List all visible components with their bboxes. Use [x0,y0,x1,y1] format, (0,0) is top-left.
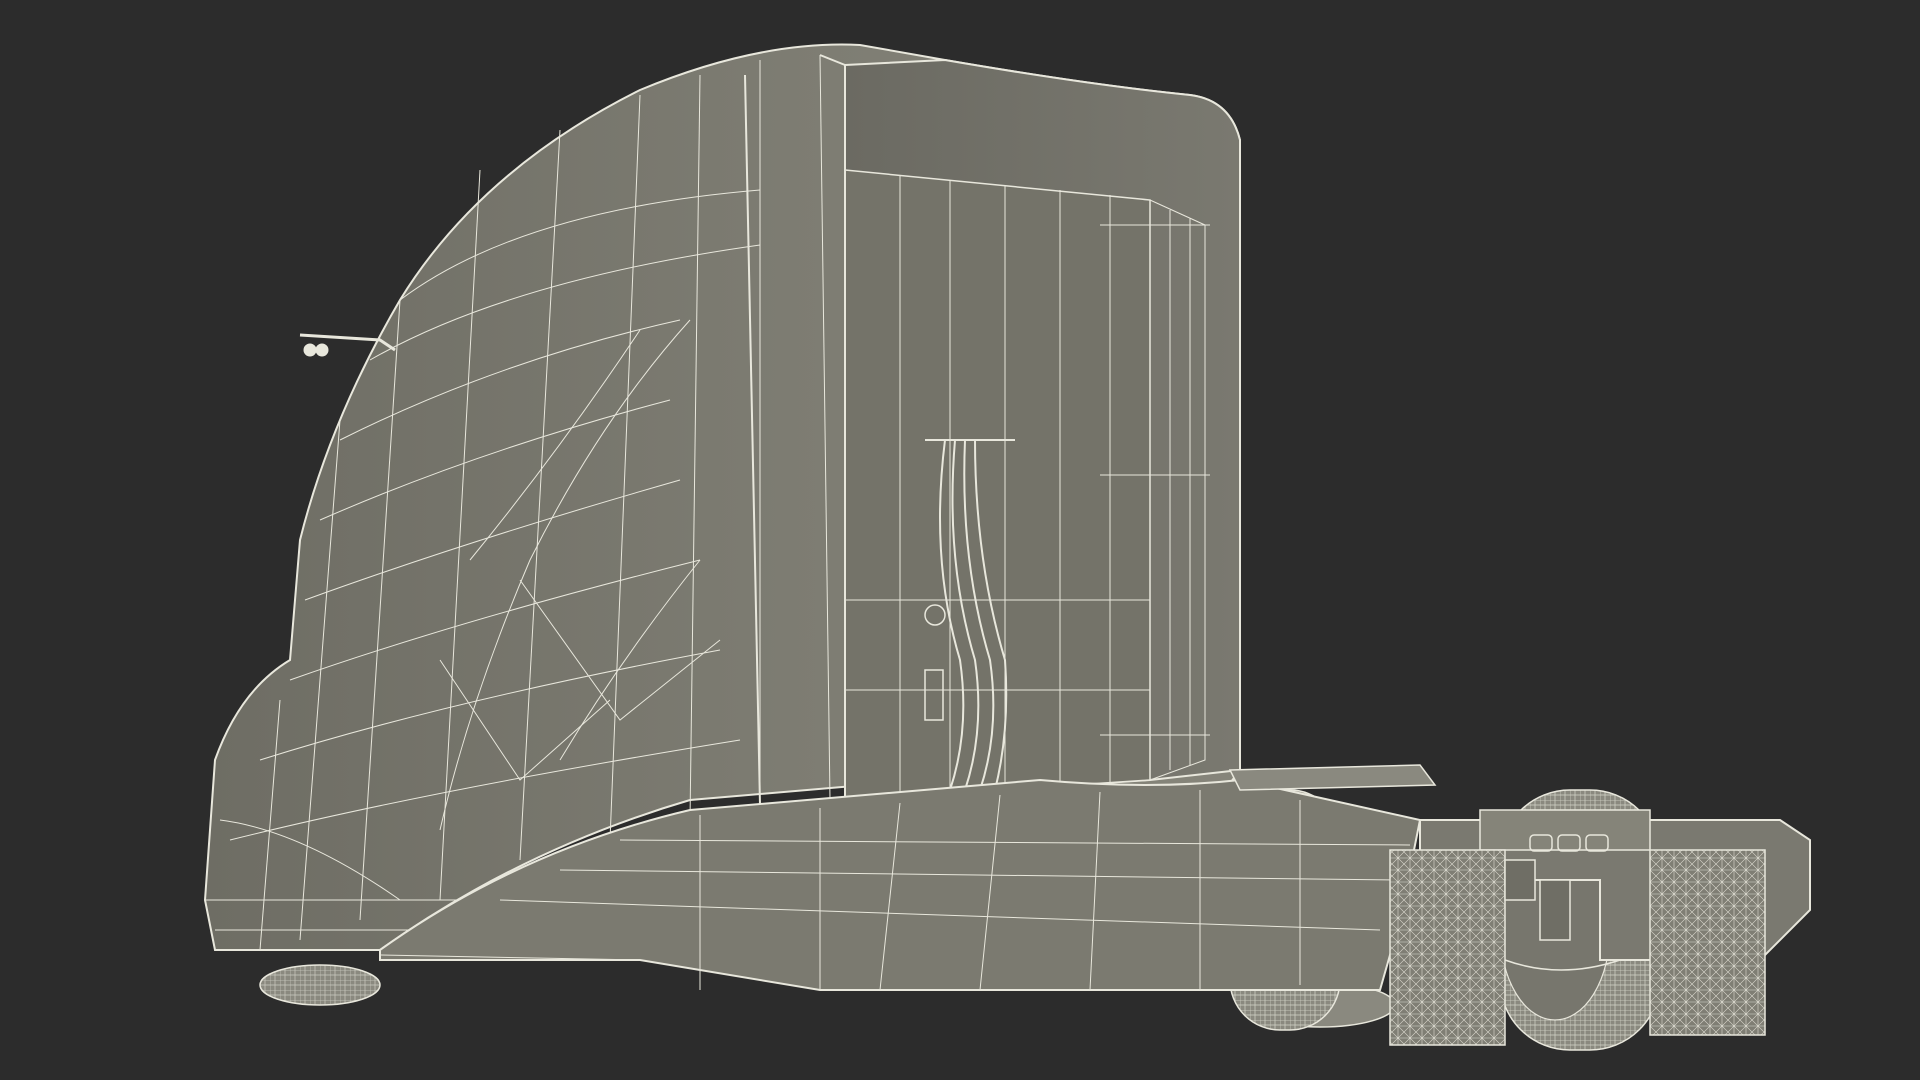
fifth-wheel-plate [1228,764,1437,791]
mud-flap-right [1649,849,1766,1036]
wireframe-render [203,43,1811,1051]
cab-rear-panel [844,58,1241,802]
mud-flap-left [1389,849,1506,1046]
render-viewport [0,0,1920,1080]
front-wheel [259,964,381,1006]
